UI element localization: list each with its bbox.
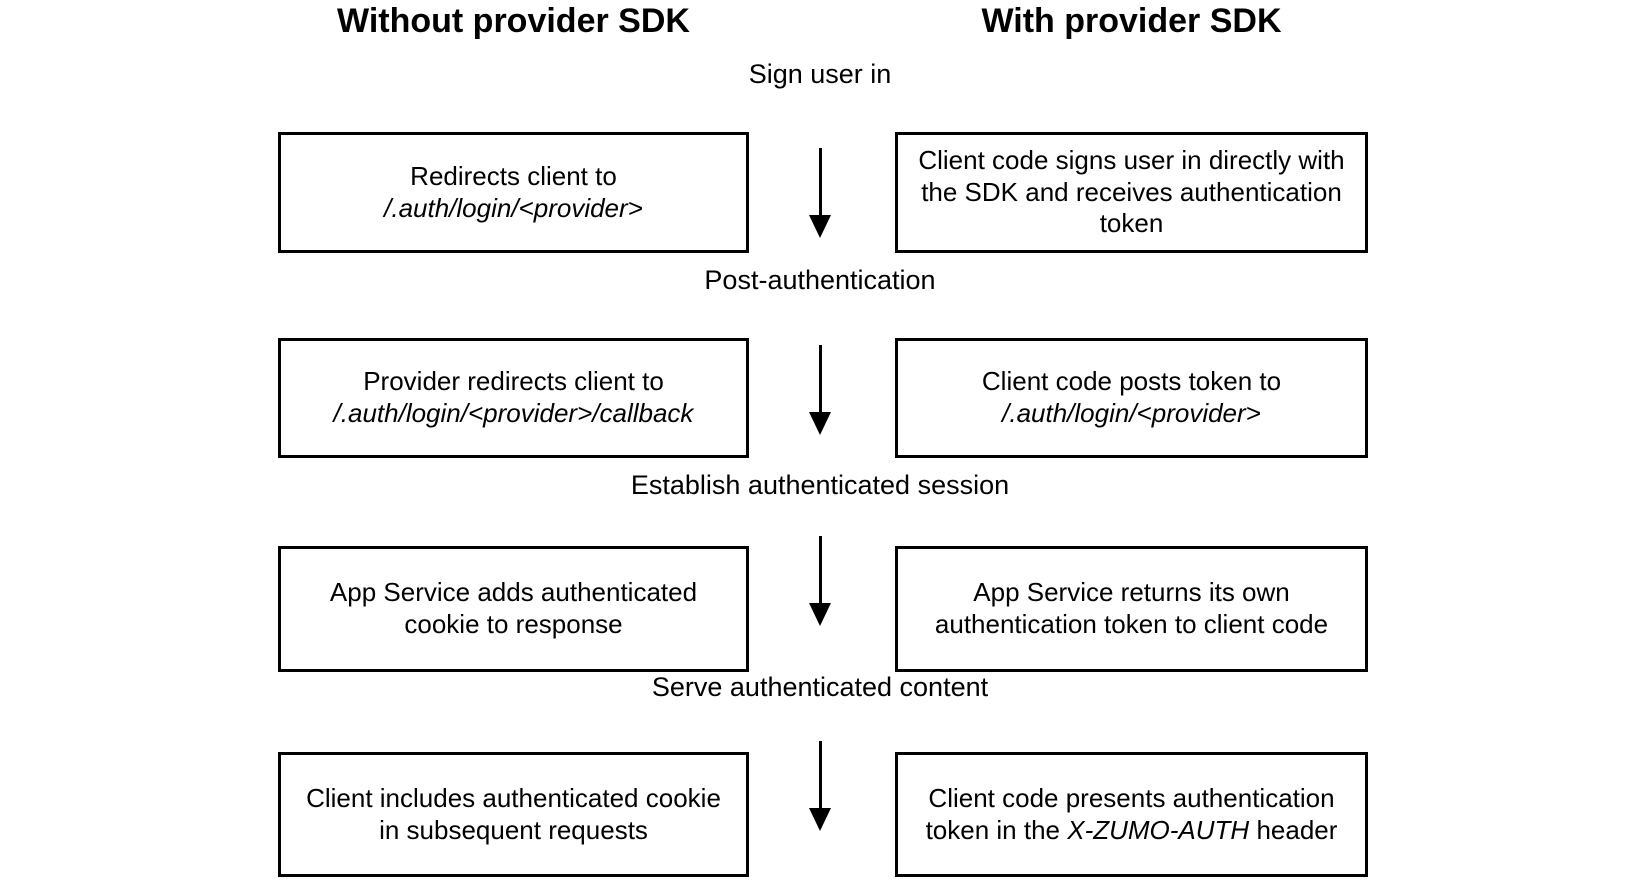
column-header-without-sdk: Without provider SDK <box>337 2 690 40</box>
box-without-sdk-step-1: Redirects client to /.auth/login/<provid… <box>278 132 749 253</box>
step-label-serve-content: Serve authenticated content <box>651 672 989 702</box>
down-arrow-step-4 <box>806 741 834 831</box>
box-text: Provider redirects client to /.auth/logi… <box>333 366 694 428</box>
box-without-sdk-step-4: Client includes authenticated cookie in … <box>278 752 749 877</box>
box-with-sdk-step-3: App Service returns its own authenticati… <box>895 546 1368 672</box>
box-text: Client includes authenticated cookie in … <box>306 782 721 845</box>
down-arrow-step-1 <box>806 148 834 238</box>
step-label-sign-user-in: Sign user in <box>748 59 892 89</box>
step-label-post-authentication: Post-authentication <box>704 265 936 295</box>
box-text: Client code presents authentication toke… <box>925 782 1338 845</box>
box-text: Redirects client to /.auth/login/<provid… <box>384 160 643 223</box>
box-text: App Service adds authenticated cookie to… <box>329 577 698 639</box>
box-text: App Service returns its own authenticati… <box>934 577 1329 639</box>
box-without-sdk-step-2: Provider redirects client to /.auth/logi… <box>278 338 749 458</box>
down-arrow-step-2 <box>806 345 834 435</box>
box-with-sdk-step-4: Client code presents authentication toke… <box>895 752 1368 877</box>
step-label-establish-session: Establish authenticated session <box>630 470 1010 500</box>
box-without-sdk-step-3: App Service adds authenticated cookie to… <box>278 546 749 672</box>
box-text: Client code posts token to /.auth/login/… <box>981 366 1282 428</box>
column-header-with-sdk: With provider SDK <box>981 2 1282 40</box>
down-arrow-step-3 <box>806 536 834 626</box>
box-with-sdk-step-1: Client code signs user in directly with … <box>895 132 1368 253</box>
box-with-sdk-step-2: Client code posts token to /.auth/login/… <box>895 338 1368 458</box>
auth-flow-diagram: Without provider SDK With provider SDK S… <box>0 0 1650 884</box>
box-text: Client code signs user in directly with … <box>918 144 1345 239</box>
